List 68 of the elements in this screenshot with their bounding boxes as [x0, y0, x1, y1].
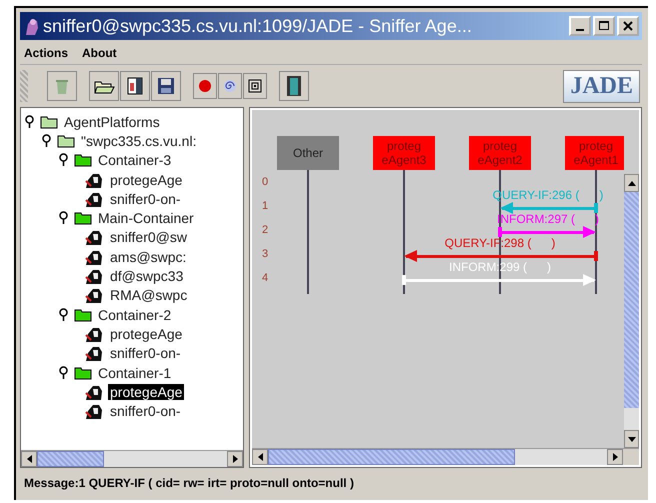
document-icon[interactable]: [120, 71, 150, 101]
record-icon[interactable]: [193, 73, 217, 99]
open-folder-icon[interactable]: [89, 71, 119, 101]
tree-node[interactable]: Container-1: [96, 364, 174, 380]
folder-icon: [74, 153, 92, 168]
row-number: 1: [262, 200, 268, 212]
folder-icon: [74, 211, 92, 226]
row-number: 0: [262, 176, 268, 188]
agent-node[interactable]: sniffer0-on-: [108, 345, 183, 362]
expanded-pin-icon[interactable]: [59, 366, 68, 380]
agent-icon: [84, 228, 104, 246]
square-spiral-icon[interactable]: [243, 73, 267, 99]
agent-node[interactable]: protegeAge: [108, 326, 184, 342]
window-title: sniffer0@swpc335.cs.vu.nl:1099/JADE - Sniffer Age...: [43, 16, 473, 36]
menu-item[interactable]: Actions: [24, 46, 68, 60]
agent-node[interactable]: sniffer0-on-: [108, 403, 183, 420]
exit-door-icon[interactable]: [279, 71, 309, 101]
agent-icon: [84, 402, 104, 420]
toolbar-grip[interactable]: [20, 70, 28, 102]
agent-node[interactable]: sniffer0-on-: [108, 190, 183, 207]
save-icon[interactable]: [151, 71, 181, 101]
agent-node[interactable]: protegeAge: [108, 384, 184, 400]
tree-node[interactable]: AgentPlatforms: [62, 114, 162, 130]
close-icon: [623, 21, 633, 31]
left-arrow-icon[interactable]: [26, 455, 32, 463]
right-arrow-icon[interactable]: [612, 453, 618, 461]
agent-icon: [84, 286, 104, 304]
tree-node[interactable]: Container-3: [96, 152, 174, 168]
agent-box[interactable]: Other: [277, 136, 339, 170]
jade-logo: JADE: [563, 70, 640, 102]
horizontal-scrollbar[interactable]: [21, 450, 243, 467]
expanded-pin-icon[interactable]: [59, 211, 68, 226]
agent-node[interactable]: ams@swpc:: [108, 248, 188, 265]
vertical-scrollbar[interactable]: [624, 174, 639, 448]
row-number: 3: [262, 248, 268, 260]
maximize-icon: [599, 21, 609, 31]
tree-node[interactable]: "swpc335.cs.vu.nl:: [79, 132, 198, 149]
menu-item[interactable]: About: [82, 46, 117, 60]
close-button[interactable]: [617, 16, 639, 36]
horizontal-scrollbar[interactable]: [252, 448, 639, 465]
right-arrow-icon[interactable]: [232, 455, 238, 463]
folder-icon: [40, 114, 58, 129]
up-arrow-icon[interactable]: [628, 180, 636, 186]
down-arrow-icon[interactable]: [628, 436, 636, 442]
row-number: 4: [262, 272, 268, 284]
left-arrow-icon[interactable]: [258, 453, 262, 461]
expanded-pin-icon[interactable]: [59, 308, 68, 322]
expanded-pin-icon[interactable]: [59, 153, 68, 168]
minimize-button[interactable]: [569, 16, 591, 36]
folder-icon: [57, 134, 75, 148]
spiral-icon[interactable]: [218, 73, 242, 99]
folder-icon: [74, 308, 92, 322]
status-message: Message:1 QUERY-IF ( cid= rw= irt= proto=null onto=null ): [23, 475, 355, 492]
folder-icon: [74, 366, 92, 380]
row-number: 2: [262, 224, 268, 236]
agent-node[interactable]: sniffer0@sw: [108, 229, 189, 246]
agent-node[interactable]: protegeAge: [108, 172, 184, 188]
tree-node[interactable]: Main-Container: [96, 210, 196, 226]
agent-node[interactable]: df@swpc33: [108, 268, 186, 284]
maximize-button[interactable]: [593, 16, 615, 36]
agent-node[interactable]: RMA@swpc: [108, 287, 190, 304]
tree-node[interactable]: Container-2: [96, 306, 174, 323]
agent-icon: [23, 16, 41, 36]
expanded-pin-icon[interactable]: [42, 134, 51, 148]
expanded-pin-icon[interactable]: [25, 114, 34, 129]
minimize-icon: [576, 28, 584, 30]
agent-icon: [84, 267, 104, 286]
agent-icon: [84, 344, 104, 362]
